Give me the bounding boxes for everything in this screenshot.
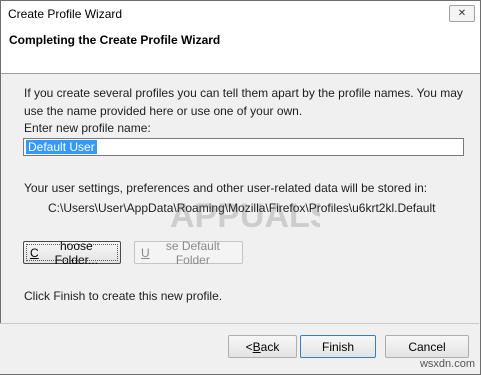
- back-button[interactable]: < Back: [228, 335, 297, 358]
- wizard-header: Completing the Create Profile Wizard: [1, 26, 480, 74]
- window-title: Create Profile Wizard: [8, 7, 123, 21]
- finish-button[interactable]: Finish: [300, 335, 376, 358]
- profile-name-selection: Default User: [26, 140, 97, 154]
- profile-name-label: Enter new profile name:: [24, 121, 151, 135]
- close-icon: ✕: [457, 8, 467, 19]
- use-default-folder-button[interactable]: Use Default Folder: [134, 239, 243, 267]
- storage-description: Your user settings, preferences and othe…: [24, 181, 428, 195]
- page-title: Completing the Create Profile Wizard: [9, 33, 221, 47]
- site-watermark: wsxdn.com: [419, 358, 475, 370]
- title-bar: Create Profile Wizard ✕: [1, 1, 480, 26]
- intro-text: If you create several profiles you can t…: [24, 86, 463, 118]
- choose-folder-button[interactable]: Choose Folder...: [23, 239, 121, 267]
- finish-hint: Click Finish to create this new profile.: [24, 289, 223, 303]
- cancel-button[interactable]: Cancel: [385, 335, 469, 358]
- close-button[interactable]: ✕: [449, 5, 475, 22]
- storage-path: C:\Users\User\AppData\Roaming\Mozilla\Fi…: [48, 201, 436, 215]
